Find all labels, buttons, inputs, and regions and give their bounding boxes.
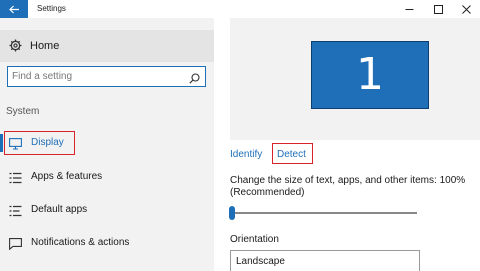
search-input[interactable]: [12, 69, 180, 84]
maximize-icon: [433, 4, 443, 14]
notification-icon: [9, 237, 22, 255]
maximize-button[interactable]: [424, 0, 452, 18]
back-button[interactable]: [0, 0, 28, 18]
monitor-tile[interactable]: 1: [311, 41, 429, 109]
display-settings-panel: 1 Identify Detect Change the size of tex…: [214, 18, 480, 271]
scale-slider-track[interactable]: [230, 212, 417, 214]
section-label-system: System: [6, 106, 40, 117]
orientation-label: Orientation: [230, 234, 279, 245]
selected-indicator: [0, 134, 3, 152]
back-arrow-icon: [8, 5, 19, 13]
detect-link[interactable]: Detect: [277, 149, 306, 161]
list-icon: [9, 171, 22, 189]
sidebar-item-default-apps[interactable]: Default apps: [0, 197, 214, 223]
minimize-icon: [405, 8, 413, 10]
sidebar-item-notifications[interactable]: Notifications & actions: [0, 230, 214, 256]
settings-window: Settings Home Find a setting System Disp…: [0, 0, 480, 271]
list-check-icon: [9, 204, 22, 222]
monitor-icon: [9, 137, 22, 155]
scale-slider-thumb[interactable]: [229, 206, 235, 220]
sidebar: Home System Display: [0, 18, 214, 271]
home-label: Home: [30, 40, 60, 52]
gear-icon: [9, 39, 22, 57]
orientation-value: Landscape: [236, 256, 285, 267]
title-bar: Settings: [0, 0, 480, 18]
close-button[interactable]: [452, 0, 480, 18]
sidebar-item-apps-features[interactable]: Apps & features: [0, 164, 214, 190]
sidebar-item-label: Apps & features: [31, 171, 103, 182]
sidebar-item-label: Display: [31, 137, 64, 148]
orientation-dropdown[interactable]: Landscape: [230, 250, 420, 271]
minimize-button[interactable]: [395, 0, 423, 18]
sidebar-item-display[interactable]: Display: [0, 130, 214, 156]
monitor-arrangement-area: 1: [230, 18, 480, 140]
search-box[interactable]: [7, 66, 206, 87]
sidebar-item-label: Notifications & actions: [31, 237, 130, 248]
sidebar-item-label: Default apps: [31, 204, 88, 215]
window-title: Settings: [37, 4, 66, 13]
home-nav-item[interactable]: Home: [0, 30, 214, 62]
close-icon: [461, 4, 471, 14]
search-icon[interactable]: [189, 71, 200, 89]
monitor-number: 1: [356, 49, 384, 100]
identify-link[interactable]: Identify: [230, 149, 262, 161]
scale-label: Change the size of text, apps, and other…: [230, 175, 466, 198]
